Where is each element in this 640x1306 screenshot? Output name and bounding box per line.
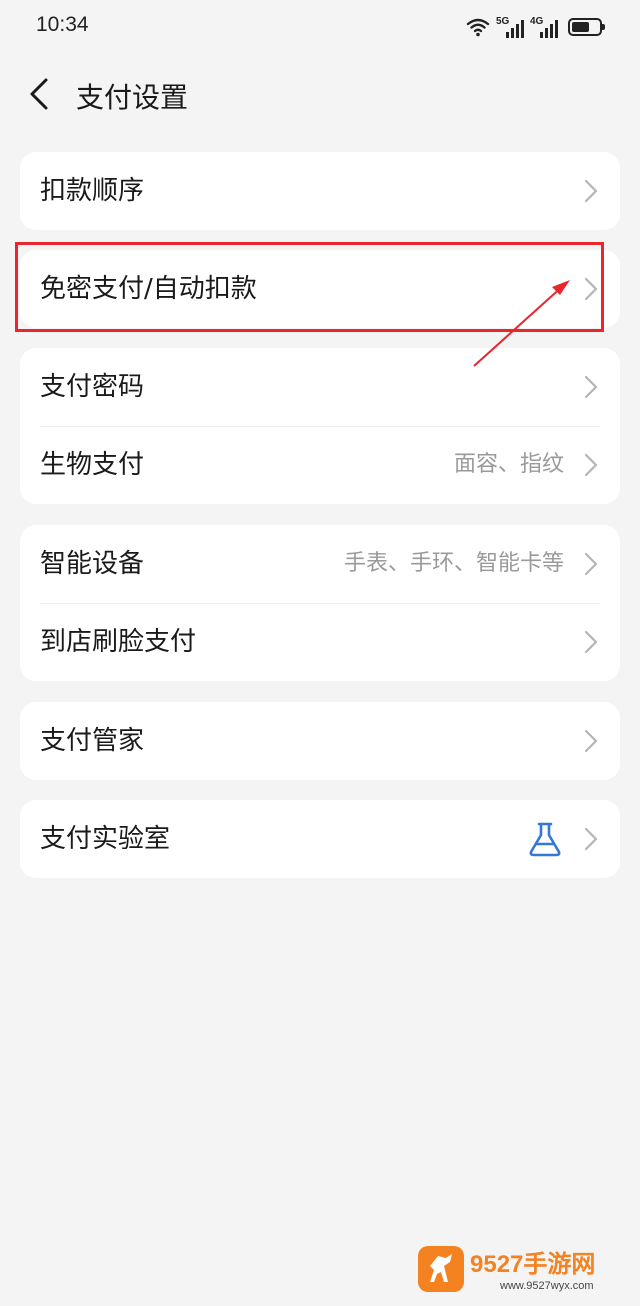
row-deduction-order[interactable]: 扣款顺序 (20, 152, 620, 230)
settings-group-6: 支付实验室 (20, 800, 620, 878)
row-face-payment[interactable]: 到店刷脸支付 (20, 603, 620, 681)
row-payment-manager[interactable]: 支付管家 (20, 702, 620, 780)
row-label: 扣款顺序 (40, 176, 145, 206)
row-value: 面容、指纹 (453, 452, 564, 477)
status-icons: 5G 4G (466, 14, 605, 40)
page-header: 支付设置 (0, 62, 640, 126)
row-smart-devices[interactable]: 智能设备 手表、手环、智能卡等 (20, 525, 620, 603)
watermark-url: www.9527wyx.com (500, 1280, 594, 1292)
row-biometric-payment[interactable]: 生物支付 面容、指纹 (20, 426, 620, 504)
settings-group-1: 扣款顺序 (20, 152, 620, 230)
settings-group-4: 智能设备 手表、手环、智能卡等 到店刷脸支付 (20, 525, 620, 681)
row-label: 智能设备 (40, 549, 145, 579)
flask-icon (529, 822, 561, 857)
watermark: 9527手游网 www.9527wyx.com (418, 1246, 640, 1302)
row-label: 支付实验室 (40, 824, 171, 854)
chevron-right-icon (584, 827, 598, 851)
chevron-right-icon (584, 375, 598, 399)
annotation-arrow-icon (473, 280, 570, 367)
signal-4g-icon: 4G (530, 16, 558, 38)
chevron-right-icon (584, 630, 598, 654)
chevron-left-icon[interactable] (22, 74, 62, 114)
row-label: 生物支付 (40, 450, 145, 480)
status-bar: 10:34 5G 4G (0, 0, 640, 54)
chevron-right-icon (584, 729, 598, 753)
battery-fill (572, 22, 589, 32)
row-value: 手表、手环、智能卡等 (343, 551, 564, 576)
chevron-right-icon (584, 552, 598, 576)
status-time: 10:34 (36, 13, 89, 36)
battery-icon (568, 18, 605, 36)
horse-logo-icon (418, 1246, 464, 1292)
signal-5g-icon: 5G (496, 16, 524, 38)
settings-group-3: 支付密码 生物支付 面容、指纹 (20, 348, 620, 504)
watermark-brand: 9527手游网 (470, 1251, 596, 1278)
row-label: 到店刷脸支付 (40, 627, 197, 657)
wifi-icon (466, 18, 490, 37)
settings-group-5: 支付管家 (20, 702, 620, 780)
chevron-right-icon (584, 453, 598, 477)
row-payment-lab[interactable]: 支付实验室 (20, 800, 620, 878)
row-label: 支付密码 (40, 372, 145, 402)
page-title: 支付设置 (76, 81, 189, 114)
chevron-right-icon (584, 179, 598, 203)
row-label: 支付管家 (40, 726, 145, 756)
